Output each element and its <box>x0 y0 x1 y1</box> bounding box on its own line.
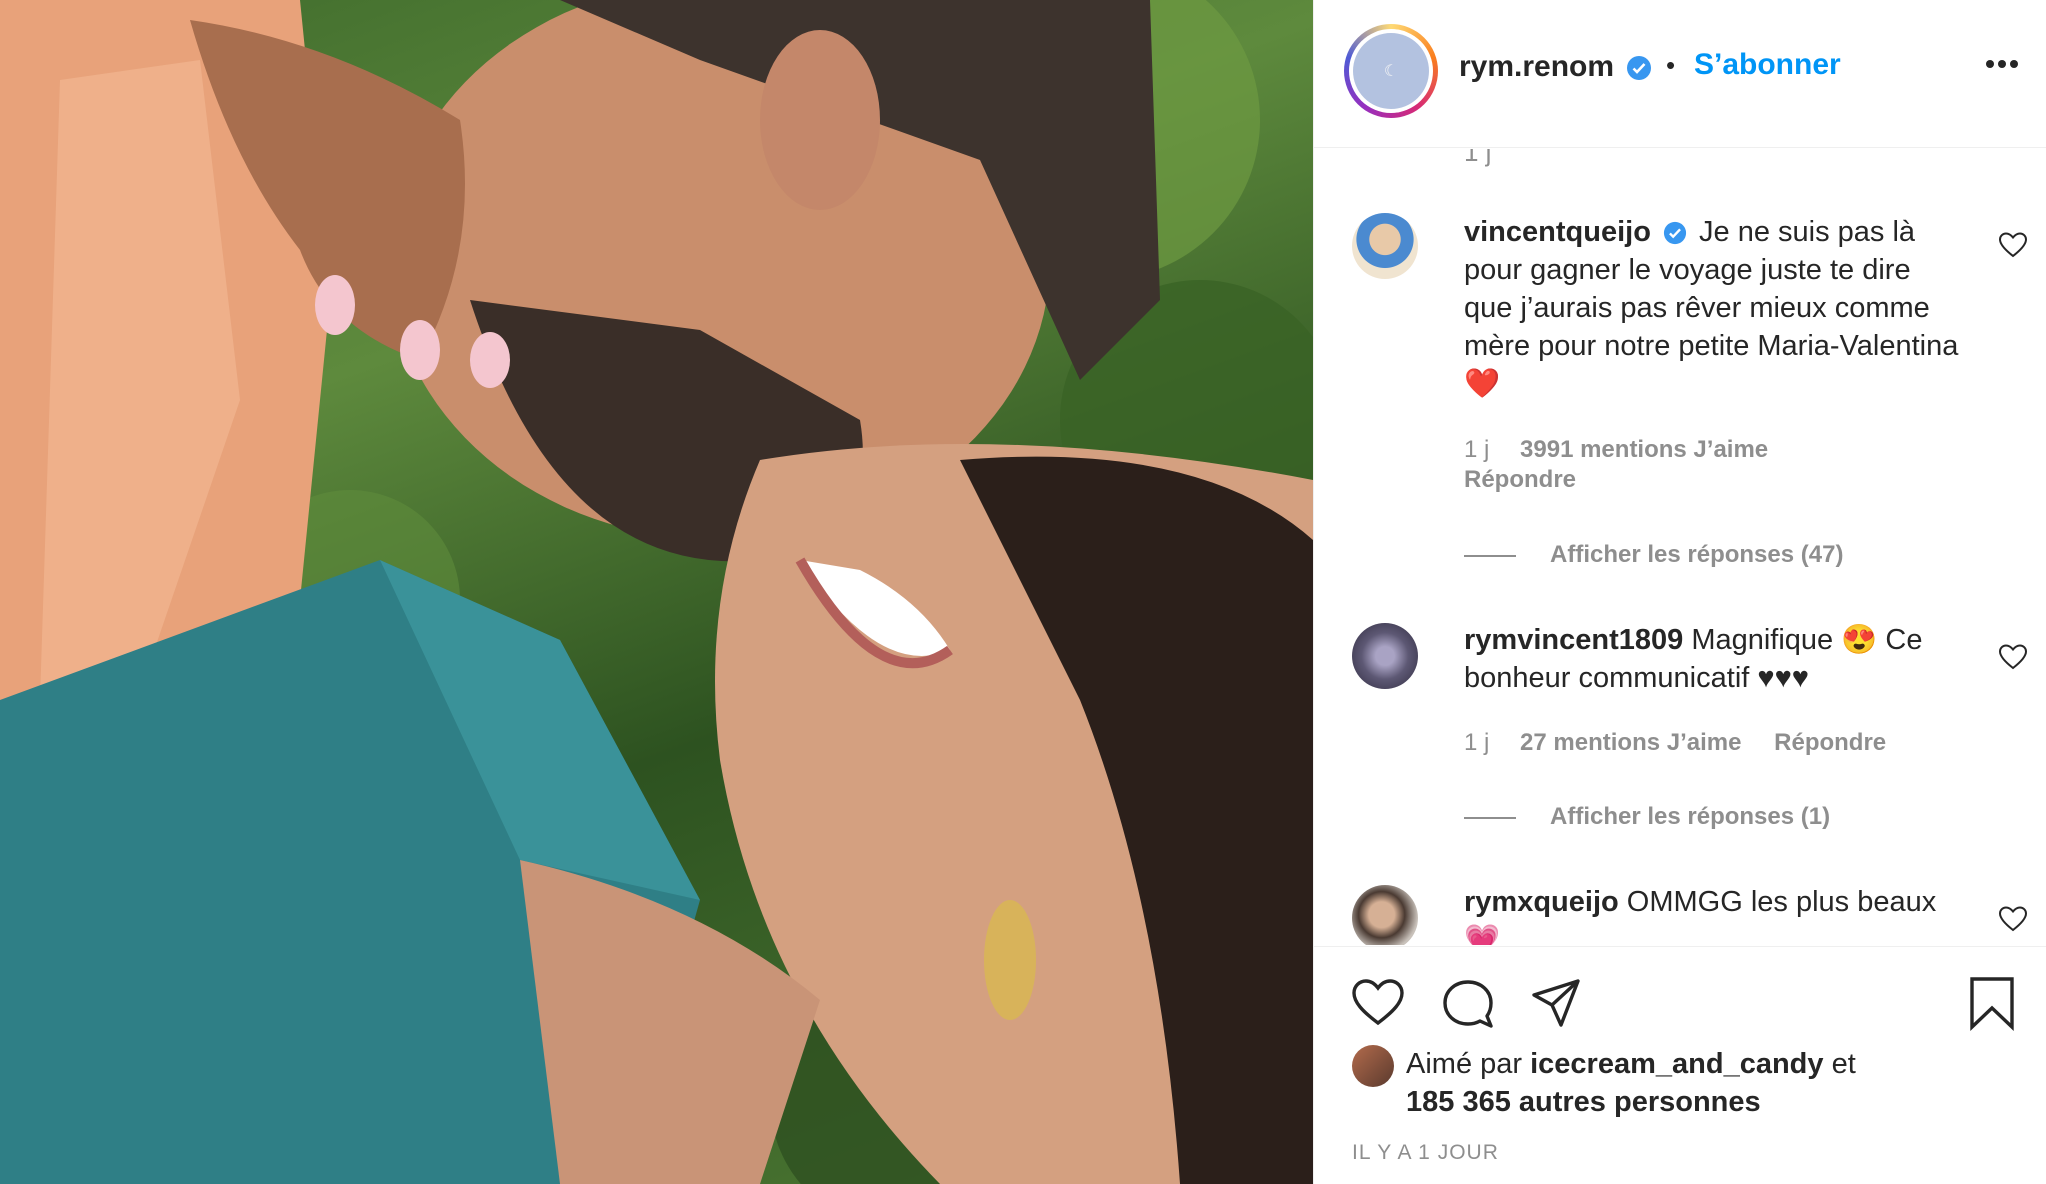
post-side-panel: ☾ rym.renom • S’abonner 1 j vincentqueij… <box>1313 0 2046 1184</box>
reply-button[interactable]: Répondre <box>1464 466 1576 493</box>
likes-summary: Aimé par icecream_and_candy et 185 365 a… <box>1406 1045 2026 1121</box>
heart-eyes-emoji-icon: 😍 <box>1841 624 1878 656</box>
comment-time: 1 j <box>1464 436 1490 463</box>
verified-badge-icon <box>1626 55 1652 81</box>
author-username[interactable]: rym.renom <box>1459 50 1614 84</box>
commenter-username[interactable]: rymvincent1809 <box>1464 624 1683 656</box>
comment-likes[interactable]: 3991 mentions J’aime <box>1520 436 1768 463</box>
commenter-avatar[interactable] <box>1352 885 1418 945</box>
liker-username[interactable]: icecream_and_candy <box>1530 1048 1823 1080</box>
moon-icon: ☾ <box>1353 33 1429 109</box>
liker-avatar[interactable] <box>1352 1045 1394 1087</box>
separator-dot: • <box>1666 50 1676 80</box>
comment-icon[interactable] <box>1440 975 1496 1031</box>
likes-middle: et <box>1831 1048 1856 1080</box>
comment-like-heart-icon[interactable] <box>1998 231 2028 259</box>
verified-badge-icon <box>1663 222 1687 245</box>
view-replies-button[interactable]: Afficher les réponses (47) <box>1464 541 1843 569</box>
post-photo[interactable] <box>0 0 1313 1184</box>
comment-body: vincentqueijo Je ne suis pas là pour gag… <box>1464 213 1964 403</box>
author-avatar[interactable]: ☾ <box>1344 24 1438 118</box>
comment-text: Magnifique <box>1691 624 1834 656</box>
red-heart-emoji-icon: ❤️ <box>1464 368 1501 400</box>
comment-body: rymxqueijo OMMGG les plus beaux 💗 <box>1464 883 1964 945</box>
previous-comment-time: 1 j <box>1464 149 1492 167</box>
share-icon[interactable] <box>1528 975 1584 1031</box>
commenter-username[interactable]: vincentqueijo <box>1464 216 1651 248</box>
follow-button[interactable]: S’abonner <box>1694 48 1841 82</box>
likes-others-count[interactable]: 185 365 autres personnes <box>1406 1086 1761 1118</box>
post-header: ☾ rym.renom • S’abonner <box>1314 0 2046 148</box>
comment-likes[interactable]: 27 mentions J’aime <box>1520 729 1741 756</box>
comment-body: rymvincent1809 Magnifique 😍 Ce bonheur c… <box>1464 621 1964 697</box>
comments-list[interactable]: 1 j vincentqueijo Je ne suis pas là pour… <box>1314 149 2046 945</box>
commenter-username[interactable]: rymxqueijo <box>1464 886 1619 918</box>
comment-time: 1 j <box>1464 729 1490 756</box>
commenter-avatar[interactable] <box>1352 213 1418 279</box>
couple-photo-illustration <box>0 0 1313 1184</box>
post-timestamp[interactable]: IL Y A 1 JOUR <box>1352 1141 1499 1165</box>
comment-like-heart-icon[interactable] <box>1998 905 2028 933</box>
replies-line <box>1464 816 1516 819</box>
reply-button[interactable]: Répondre <box>1774 729 1886 756</box>
more-options-icon[interactable] <box>1984 58 2020 70</box>
post-actions: Aimé par icecream_and_candy et 185 365 a… <box>1314 946 2046 1184</box>
comment-like-heart-icon[interactable] <box>1998 643 2028 671</box>
comment-meta: 1 j 3991 mentions J’aime Répondre <box>1464 435 1914 495</box>
bookmark-icon[interactable] <box>1964 975 2020 1031</box>
comment-meta: 1 j 27 mentions J’aime Répondre <box>1464 729 2024 757</box>
view-replies-button[interactable]: Afficher les réponses (1) <box>1464 803 1830 831</box>
commenter-avatar[interactable] <box>1352 623 1418 689</box>
heart-icon[interactable] <box>1350 975 1406 1031</box>
replies-line <box>1464 554 1516 557</box>
likes-prefix: Aimé par <box>1406 1048 1523 1080</box>
